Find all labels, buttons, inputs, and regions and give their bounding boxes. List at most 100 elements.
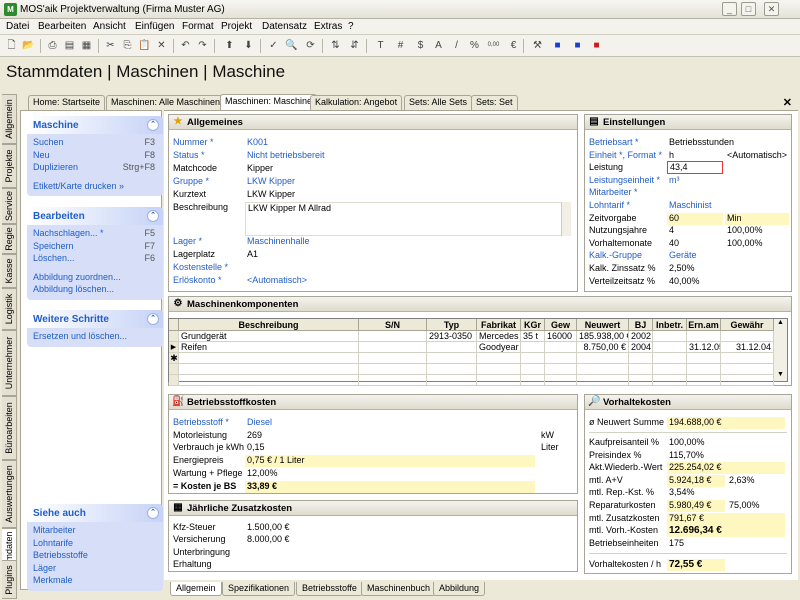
column-header-6[interactable]: Neuwert xyxy=(577,319,629,331)
collapse-icon[interactable]: ⌃ xyxy=(147,119,159,131)
field-value-input[interactable]: 194.688,00 € xyxy=(667,417,785,429)
tab-alle-maschinen[interactable]: Maschinen: Alle Maschinen xyxy=(106,95,226,110)
percent-icon[interactable]: % xyxy=(467,38,482,53)
grid-cell[interactable] xyxy=(687,331,721,342)
menu-help[interactable]: ? xyxy=(348,21,354,32)
field-value-input[interactable]: 12.696,34 € xyxy=(667,525,785,538)
grid-cell[interactable] xyxy=(179,364,359,375)
lohntarife-link[interactable]: Lohntarife xyxy=(33,538,157,551)
field-value-input[interactable]: 175 xyxy=(667,538,785,550)
scroll-down-icon[interactable]: ▼ xyxy=(774,371,787,381)
undo-icon[interactable]: ↶ xyxy=(178,38,193,53)
menu-ansicht[interactable]: Ansicht xyxy=(93,21,126,32)
number-format-icon[interactable]: # xyxy=(393,38,408,53)
field-value-input[interactable]: 8.000,00 € xyxy=(245,534,565,546)
collapse-icon[interactable]: ⌃ xyxy=(147,313,159,325)
paste-icon[interactable]: 📋 xyxy=(137,38,152,53)
grid-cell[interactable] xyxy=(359,342,427,353)
menu-einfuegen[interactable]: Einfügen xyxy=(135,21,174,32)
grid-cell[interactable] xyxy=(545,353,577,364)
field-value-input[interactable]: Maschinist xyxy=(667,200,723,212)
grid-cell[interactable]: 2002 xyxy=(629,331,653,342)
field-value-input[interactable]: Geräte xyxy=(667,250,723,262)
grid-cell[interactable] xyxy=(687,364,721,375)
grid-cell[interactable] xyxy=(653,364,687,375)
taskpane-header[interactable]: Weitere Schritte ⌃ xyxy=(27,310,163,328)
field-value-input[interactable]: Diesel xyxy=(245,417,535,429)
field-value-input[interactable]: 115,70% xyxy=(667,450,785,462)
tab-set[interactable]: Sets: Set xyxy=(471,95,518,110)
close-window-button[interactable]: ✕ xyxy=(764,2,779,16)
checkmark-icon[interactable]: ✓ xyxy=(266,38,281,53)
grid-cell[interactable] xyxy=(427,353,477,364)
grid-cell[interactable]: 2913-0350 xyxy=(427,331,477,342)
field-value-input[interactable]: Kipper xyxy=(245,163,565,175)
field-value-input[interactable]: 5.980,49 € xyxy=(667,500,725,512)
grid-cell[interactable] xyxy=(477,353,521,364)
vtab-auswertungen[interactable]: Auswertungen xyxy=(2,460,17,528)
btab-maschinenbuch[interactable]: Maschinenbuch xyxy=(361,582,437,596)
row-selector[interactable] xyxy=(169,331,179,342)
field-value-input[interactable]: 12,00% xyxy=(245,468,535,480)
open-folder-icon[interactable]: 📂 xyxy=(21,38,36,53)
menu-extras[interactable]: Extras xyxy=(314,21,342,32)
field-secondary-value[interactable]: Min xyxy=(725,212,789,225)
sort-descending-icon[interactable]: ⇵ xyxy=(347,38,362,53)
column-header-4[interactable]: KGr xyxy=(521,319,545,331)
grid-cell[interactable] xyxy=(653,331,687,342)
field-value-input[interactable] xyxy=(245,547,565,559)
abbildung-zuordnen-link[interactable]: Abbildung zuordnen... xyxy=(33,272,157,285)
new-document-icon[interactable]: 🗋 xyxy=(4,38,19,53)
field-value-input[interactable] xyxy=(245,559,565,571)
menu-format[interactable]: Format xyxy=(182,21,214,32)
field-value-input[interactable]: K001 xyxy=(245,137,565,149)
field-value-input[interactable]: 40,00% xyxy=(667,276,723,288)
field-value-input[interactable]: 4 xyxy=(667,225,723,237)
user-red-icon[interactable]: ■ xyxy=(589,38,604,53)
grid-cell[interactable] xyxy=(359,353,427,364)
nachschlagen-link[interactable]: Nachschlagen... * F5 xyxy=(33,228,157,241)
print-icon[interactable]: ⎙ xyxy=(45,38,60,53)
neu-link[interactable]: Neu F8 xyxy=(33,150,157,163)
laeger-link[interactable]: Läger xyxy=(33,563,157,576)
grid-cell[interactable] xyxy=(629,353,653,364)
abbildung-loeschen-link[interactable]: Abbildung löschen... xyxy=(33,284,157,297)
field-value-input[interactable] xyxy=(245,262,565,274)
field-secondary-value[interactable]: 75,00% xyxy=(727,500,785,512)
duplizieren-link[interactable]: Duplizieren Strg+F8 xyxy=(33,162,157,175)
field-value-input[interactable]: 5.924,18 € xyxy=(667,474,725,487)
arrow-down-icon[interactable]: ⬇ xyxy=(241,38,256,53)
field-secondary-value[interactable]: <Automatisch> xyxy=(725,150,789,162)
field-value-input[interactable]: 1.500,00 € xyxy=(245,522,565,534)
grid-cell[interactable] xyxy=(577,353,629,364)
grid-cell[interactable] xyxy=(427,364,477,375)
menu-datei[interactable]: Datei xyxy=(6,21,29,32)
grid-cell[interactable] xyxy=(687,353,721,364)
grid-cell[interactable] xyxy=(687,375,721,386)
ersetzen-loeschen-link[interactable]: Ersetzen und löschen... xyxy=(33,331,157,344)
column-header-1[interactable]: S/N xyxy=(359,319,427,331)
grid-cell[interactable] xyxy=(179,353,359,364)
grid-cell[interactable] xyxy=(545,364,577,375)
speichern-link[interactable]: Speichern F7 xyxy=(33,241,157,254)
grid-cell[interactable] xyxy=(179,375,359,386)
grid-cell[interactable] xyxy=(545,342,577,353)
grid-cell[interactable] xyxy=(521,375,545,386)
column-header-5[interactable]: Gew xyxy=(545,319,577,331)
field-value-input[interactable]: 33,89 € xyxy=(245,480,535,493)
grid-cell[interactable]: 16000 xyxy=(545,331,577,342)
grid-cell[interactable] xyxy=(359,331,427,342)
field-value-input[interactable]: 40 xyxy=(667,238,723,250)
grid-scrollbar[interactable]: ▲ ▼ xyxy=(773,319,787,381)
field-secondary-value[interactable]: 2,63% xyxy=(727,475,785,487)
grid-cell[interactable]: Grundgerät xyxy=(179,331,359,342)
vtab-allgemein[interactable]: Allgemein xyxy=(2,94,17,144)
field-value-input[interactable]: 0,15 xyxy=(245,442,535,454)
suchen-link[interactable]: Suchen F3 xyxy=(33,137,157,150)
user-add-icon[interactable]: ■ xyxy=(570,38,585,53)
grid-cell[interactable]: 31.12.04 xyxy=(721,342,774,353)
vtab-bueroarbeiten[interactable]: Büroarbeiten xyxy=(2,396,17,460)
grid-cell[interactable] xyxy=(427,375,477,386)
grid-cell[interactable] xyxy=(545,375,577,386)
grid-cell[interactable]: Reifen xyxy=(179,342,359,353)
